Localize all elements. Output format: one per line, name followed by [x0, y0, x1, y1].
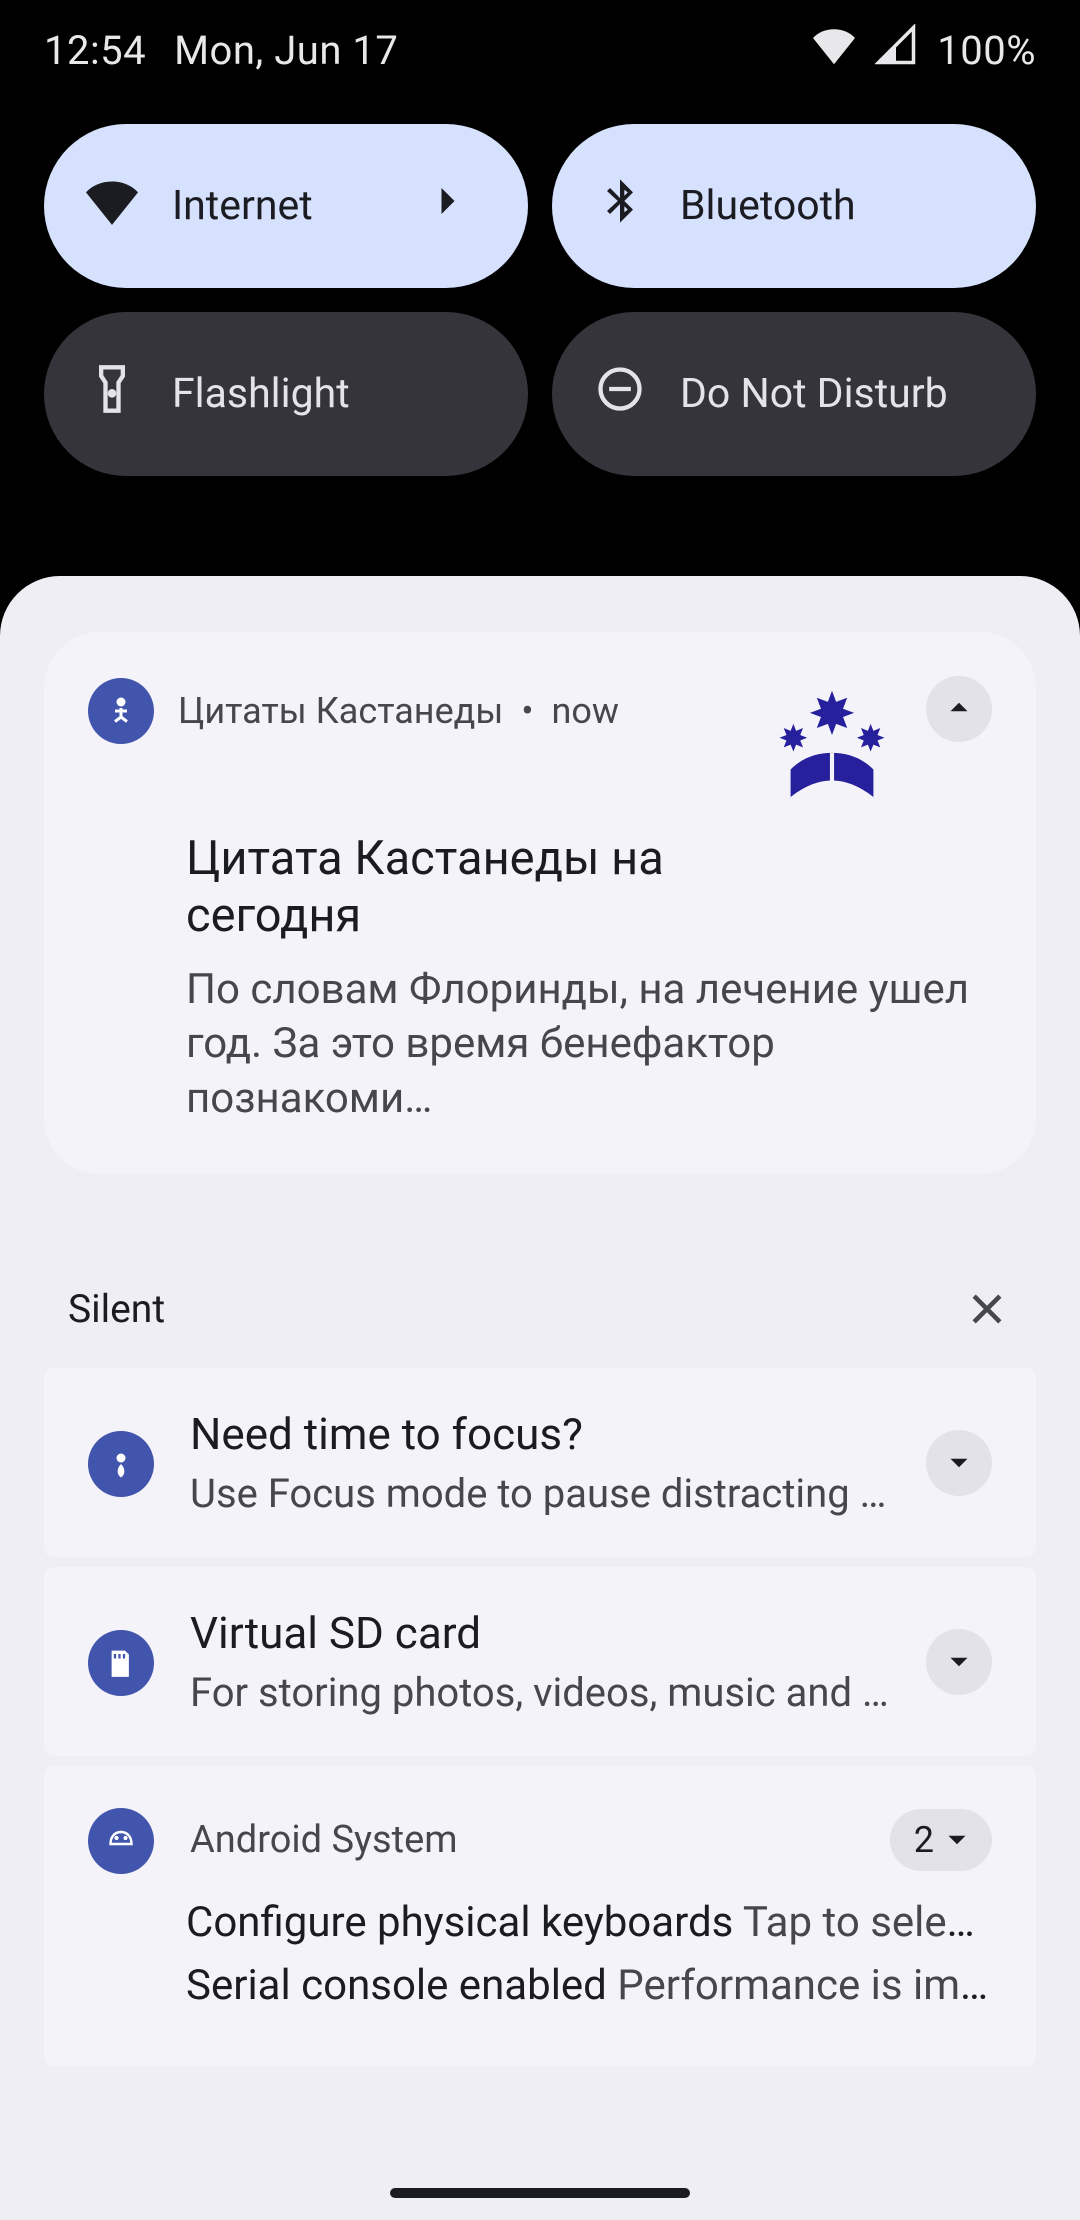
notification-meta: Цитаты Кастанеды • now	[178, 690, 619, 732]
notification-group-android-system[interactable]: Android System 2 Configure physical keyb…	[44, 1766, 1036, 2066]
dot-separator: •	[521, 690, 533, 732]
android-icon	[88, 1808, 154, 1874]
notification-castaneda[interactable]: Цитаты Кастанеды • now Цитата К	[44, 632, 1036, 1174]
flashlight-icon	[86, 363, 138, 426]
notification-title: Цитата Кастанеды на сегодня	[186, 830, 766, 945]
notification-body: По словам Флоринды, на лечение ушел год.…	[186, 963, 992, 1127]
notification-title: Need time to focus?	[190, 1408, 890, 1460]
chevron-down-icon	[942, 1446, 976, 1480]
group-line-1: Configure physical keyboards Tap to sele…	[88, 1898, 992, 1947]
notification-shade: Цитаты Кастанеды • now Цитата К	[0, 576, 1080, 2220]
notification-body: For storing photos, videos, music and …	[190, 1669, 890, 1716]
dismiss-silent-button[interactable]	[962, 1284, 1012, 1334]
wellbeing-icon	[88, 1431, 154, 1497]
notification-body: Use Focus mode to pause distracting …	[190, 1470, 890, 1517]
home-indicator[interactable]	[390, 2188, 690, 2198]
tile-bluetooth[interactable]: Bluetooth	[552, 124, 1036, 288]
status-bar: 12:54 Mon, Jun 17 100%	[0, 0, 1080, 100]
date: Mon, Jun 17	[174, 27, 398, 74]
app-icon	[88, 678, 154, 744]
chevron-down-icon	[940, 1823, 974, 1857]
expand-group-button[interactable]: 2	[890, 1809, 992, 1871]
chevron-right-icon	[422, 175, 474, 238]
app-name: Android System	[190, 1818, 458, 1862]
chevron-up-icon	[942, 690, 976, 728]
tile-label: Do Not Disturb	[680, 370, 948, 418]
bluetooth-icon	[594, 175, 646, 238]
tile-flashlight[interactable]: Flashlight	[44, 312, 528, 476]
expand-button[interactable]	[926, 1430, 992, 1496]
quick-settings: Internet Bluetooth Flashlight Do Not Dis…	[0, 100, 1080, 520]
close-icon	[965, 1287, 1009, 1331]
wifi-icon	[86, 175, 138, 238]
notification-sdcard[interactable]: Virtual SD card For storing photos, vide…	[44, 1567, 1036, 1756]
chevron-down-icon	[942, 1645, 976, 1679]
when: now	[552, 690, 619, 732]
group-count: 2	[914, 1819, 934, 1861]
clock: 12:54	[44, 27, 146, 74]
dnd-icon	[594, 363, 646, 426]
silent-section-header: Silent	[44, 1284, 1036, 1368]
notification-title: Virtual SD card	[190, 1607, 890, 1659]
tile-internet[interactable]: Internet	[44, 124, 528, 288]
tile-dnd[interactable]: Do Not Disturb	[552, 312, 1036, 476]
group-line-2: Serial console enabled Performance is im…	[88, 1961, 992, 2010]
app-name: Цитаты Кастанеды	[178, 690, 503, 732]
wifi-icon	[813, 24, 855, 76]
tile-label: Internet	[172, 182, 313, 230]
notification-large-icon	[762, 676, 902, 816]
silent-label: Silent	[68, 1286, 165, 1332]
sdcard-icon	[88, 1630, 154, 1696]
battery-pct: 100%	[937, 27, 1036, 74]
tile-label: Flashlight	[172, 370, 350, 418]
expand-button[interactable]	[926, 1629, 992, 1695]
cellular-icon	[875, 24, 917, 76]
tile-label: Bluetooth	[680, 182, 856, 230]
collapse-button[interactable]	[926, 676, 992, 742]
notification-focus[interactable]: Need time to focus? Use Focus mode to pa…	[44, 1368, 1036, 1557]
